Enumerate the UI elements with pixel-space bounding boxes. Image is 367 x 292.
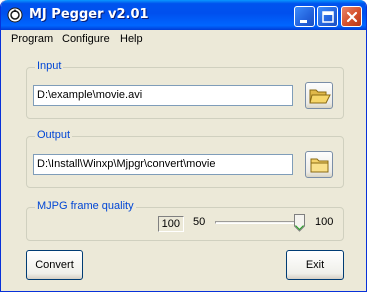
input-group-label: Input — [35, 60, 64, 72]
menu-configure[interactable]: Configure — [62, 33, 110, 45]
main-window: MJ Pegger v2.01 Program Configure Help I… — [0, 0, 367, 292]
menu-program[interactable]: Program — [11, 33, 53, 45]
output-path-field[interactable]: D:\Install\Winxp\Mjpgr\convert\movie — [33, 154, 293, 175]
app-icon[interactable] — [7, 7, 23, 23]
menu-bar: Program Configure Help — [2, 30, 366, 49]
maximize-button[interactable] — [317, 6, 338, 27]
output-group-label: Output — [35, 129, 73, 141]
minimize-icon — [300, 20, 307, 23]
close-icon — [346, 11, 358, 23]
title-bar[interactable]: MJ Pegger v2.01 — [1, 0, 366, 30]
quality-value-display: 100 — [158, 216, 184, 232]
exit-button[interactable]: Exit — [286, 250, 344, 280]
close-button[interactable] — [341, 6, 362, 27]
slider-max-label: 100 — [315, 216, 334, 228]
quality-slider-track[interactable] — [215, 221, 305, 224]
browse-input-button[interactable] — [305, 82, 333, 109]
quality-slider-thumb[interactable] — [294, 214, 305, 232]
browse-output-button[interactable] — [305, 151, 333, 178]
convert-button[interactable]: Convert — [26, 250, 83, 280]
minimize-button[interactable] — [294, 6, 315, 27]
window-title: MJ Pegger v2.01 — [29, 7, 149, 22]
input-path-field[interactable]: D:\example\movie.avi — [33, 85, 293, 106]
maximize-icon — [322, 11, 334, 23]
menu-help[interactable]: Help — [120, 33, 143, 45]
open-folder-icon — [309, 89, 331, 104]
folder-icon — [310, 158, 329, 173]
quality-group-label: MJPG frame quality — [35, 200, 136, 212]
slider-min-label: 50 — [193, 216, 206, 228]
